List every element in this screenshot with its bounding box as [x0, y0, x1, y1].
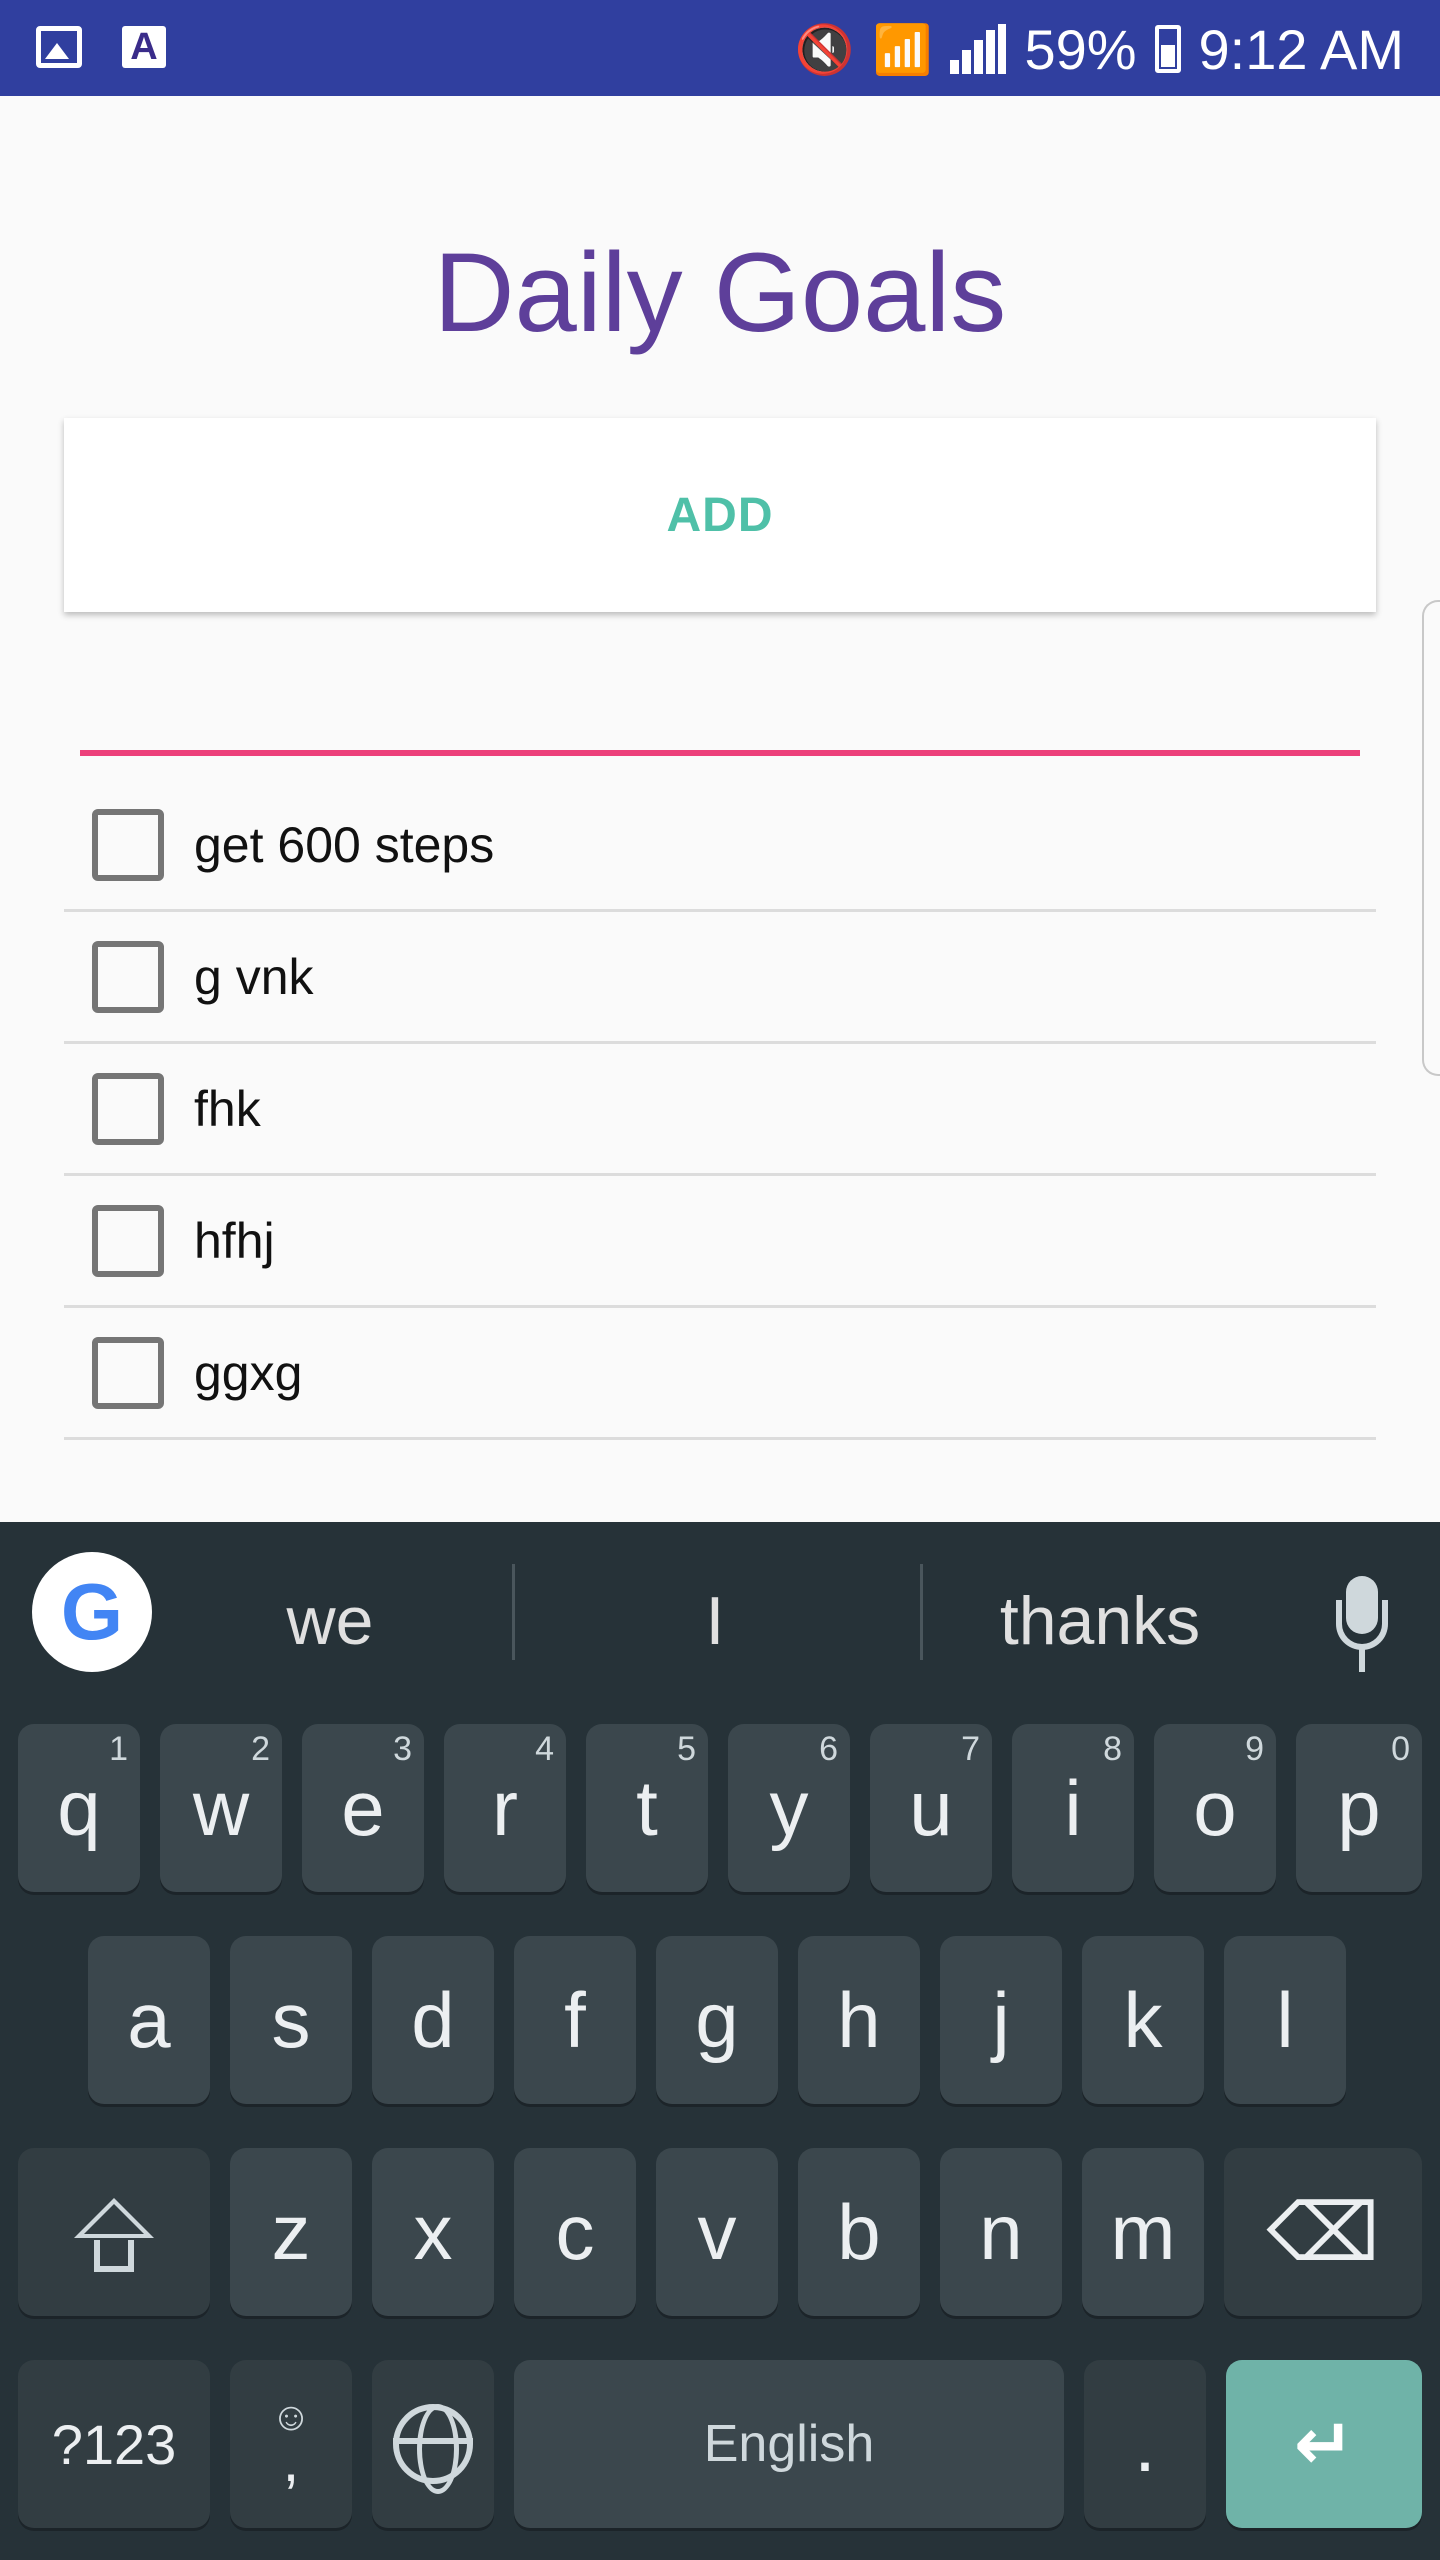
suggestion-2[interactable]: I — [600, 1582, 830, 1660]
shift-arrow-icon — [74, 2198, 154, 2238]
battery-charging-icon — [1154, 25, 1181, 73]
space-key[interactable]: English — [514, 2360, 1064, 2528]
enter-key[interactable]: ↵ — [1226, 2360, 1422, 2528]
key-l[interactable]: l — [1224, 1936, 1346, 2104]
goal-checkbox[interactable] — [92, 1204, 164, 1277]
period-key[interactable]: . — [1084, 2360, 1206, 2528]
goal-checkbox[interactable] — [92, 808, 164, 881]
suggestion-divider — [512, 1564, 515, 1660]
goal-checkbox[interactable] — [92, 1072, 164, 1145]
goal-label: ggxg — [194, 1344, 303, 1401]
list-item[interactable]: g vnk — [64, 912, 1376, 1044]
key-w[interactable]: w2 — [160, 1724, 282, 1892]
list-item[interactable]: hfhj — [64, 1176, 1376, 1308]
goal-label: fhk — [194, 1080, 261, 1137]
google-icon[interactable]: G — [32, 1552, 152, 1672]
goal-input[interactable] — [80, 680, 1360, 756]
goal-label: g vnk — [194, 948, 314, 1005]
key-r[interactable]: r4 — [444, 1724, 566, 1892]
enter-icon: ↵ — [1293, 2405, 1355, 2485]
key-b[interactable]: b — [798, 2148, 920, 2316]
wifi-icon: 📶 — [872, 23, 933, 77]
battery-percent: 59% — [1024, 17, 1137, 81]
key-e[interactable]: e3 — [302, 1724, 424, 1892]
list-item[interactable]: fhk — [64, 1044, 1376, 1176]
key-g[interactable]: g — [656, 1936, 778, 2104]
status-bar: A 🔇 📶 59% 9:12 AM — [0, 0, 1440, 96]
emoji-comma-key[interactable]: ☺ , — [230, 2360, 352, 2528]
key-a[interactable]: a — [88, 1936, 210, 2104]
add-button[interactable]: ADD — [64, 418, 1376, 612]
key-j[interactable]: j — [940, 1936, 1062, 2104]
key-d[interactable]: d — [372, 1936, 494, 2104]
key-i[interactable]: i8 — [1012, 1724, 1134, 1892]
vibrate-mute-icon: 🔇 — [794, 23, 855, 77]
soft-keyboard: G we I thanks q1 w2 e3 r4 t5 y6 u7 i8 o9… — [0, 1522, 1440, 2560]
image-notification-icon — [36, 26, 82, 68]
key-k[interactable]: k — [1082, 1936, 1204, 2104]
cell-signal-icon — [950, 24, 1007, 74]
key-h[interactable]: h — [798, 1936, 920, 2104]
key-q[interactable]: q1 — [18, 1724, 140, 1892]
microphone-icon[interactable] — [1336, 1576, 1388, 1676]
backspace-key[interactable]: ⌫ — [1224, 2148, 1422, 2316]
key-v[interactable]: v — [656, 2148, 778, 2316]
key-c[interactable]: c — [514, 2148, 636, 2316]
suggestion-bar: G we I thanks — [0, 1522, 1440, 1702]
key-m[interactable]: m — [1082, 2148, 1204, 2316]
list-item[interactable]: ggxg — [64, 1308, 1376, 1440]
edge-panel-handle[interactable] — [1422, 600, 1440, 1076]
shift-key[interactable] — [18, 2148, 210, 2316]
page-title: Daily Goals — [433, 230, 1007, 355]
goal-label: hfhj — [194, 1212, 275, 1269]
globe-icon — [393, 2404, 473, 2494]
key-z[interactable]: z — [230, 2148, 352, 2316]
key-p[interactable]: p0 — [1296, 1724, 1422, 1892]
key-t[interactable]: t5 — [586, 1724, 708, 1892]
symbols-key[interactable]: ?123 — [18, 2360, 210, 2528]
key-f[interactable]: f — [514, 1936, 636, 2104]
suggestion-divider — [920, 1564, 923, 1660]
suggestion-3[interactable]: thanks — [960, 1582, 1240, 1660]
key-n[interactable]: n — [940, 2148, 1062, 2316]
goal-list: get 600 steps g vnk fhk hfhj ggxg — [64, 780, 1376, 1440]
language-key[interactable] — [372, 2360, 494, 2528]
clock: 9:12 AM — [1198, 17, 1404, 81]
key-x[interactable]: x — [372, 2148, 494, 2316]
key-o[interactable]: o9 — [1154, 1724, 1276, 1892]
app-a-notification-icon: A — [122, 26, 166, 68]
list-item[interactable]: get 600 steps — [64, 780, 1376, 912]
goal-checkbox[interactable] — [92, 940, 164, 1013]
key-y[interactable]: y6 — [728, 1724, 850, 1892]
key-s[interactable]: s — [230, 1936, 352, 2104]
goal-label: get 600 steps — [194, 816, 495, 873]
backspace-icon: ⌫ — [1266, 2187, 1380, 2277]
goal-checkbox[interactable] — [92, 1336, 164, 1409]
suggestion-1[interactable]: we — [210, 1582, 450, 1660]
key-u[interactable]: u7 — [870, 1724, 992, 1892]
